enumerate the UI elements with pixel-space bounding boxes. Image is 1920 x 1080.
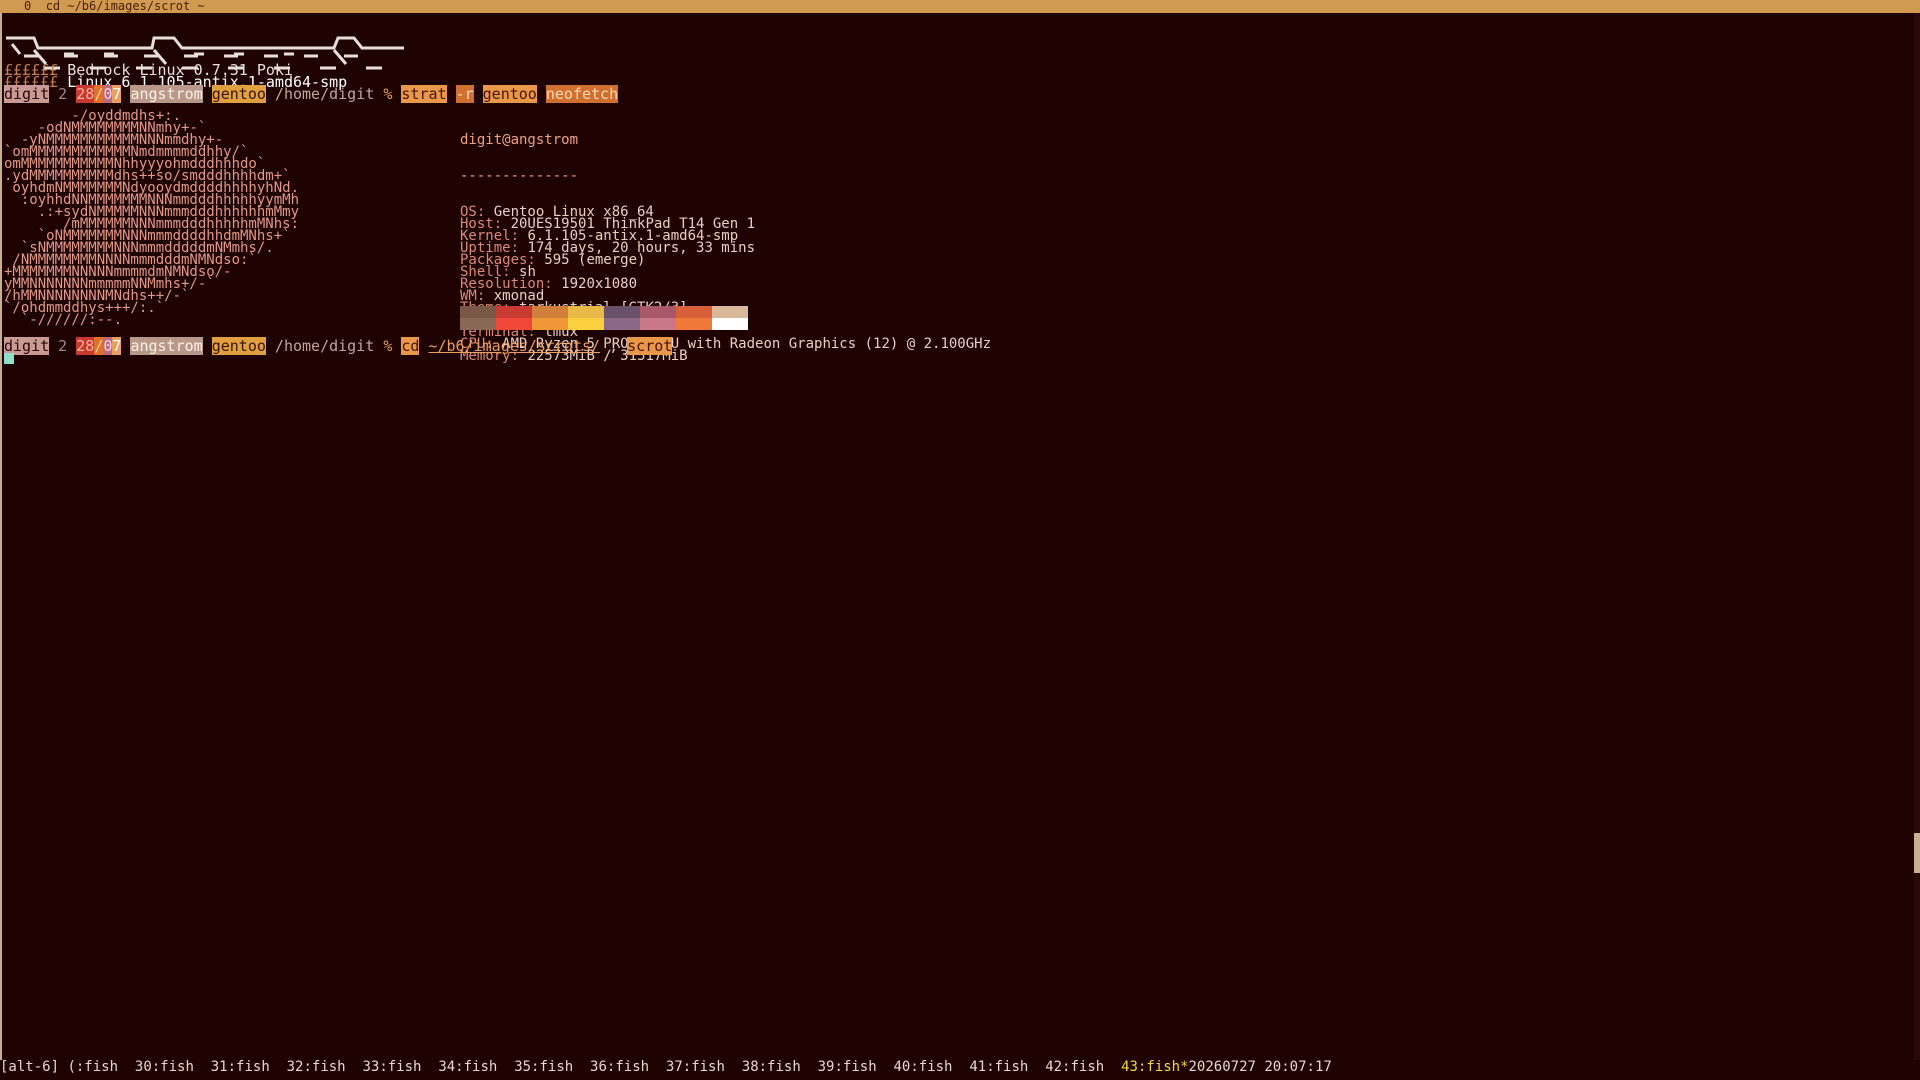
color-palette [460,306,748,330]
prompt-seg-4: 7 [112,337,122,355]
window-tab[interactable]: 35:fish [514,1059,590,1075]
prompt-line-1: digit 2 28/07 angstrom gentoo /home/digi… [4,85,619,103]
window-tab[interactable]: 33:fish [362,1059,438,1075]
window-tab[interactable]: 40:fish [893,1059,969,1075]
window-tab[interactable]: 31:fish [211,1059,287,1075]
window-tab[interactable]: (:fish [67,1059,134,1075]
window-tab[interactable]: 37:fish [666,1059,742,1075]
palette-swatch [676,318,712,330]
palette-swatch [460,318,496,330]
window-number: 0 [24,0,32,13]
prompt-seg-2: / [94,85,104,103]
prompt-user: digit [4,85,50,103]
palette-swatch [640,306,676,318]
window-list: (:fish 30:fish 31:fish 32:fish 33:fish 3… [67,1059,1121,1075]
neofetch-value: 1920x1080 [561,276,638,292]
prompt-seg-4: 7 [112,85,122,103]
palette-swatch [568,318,604,330]
status-date: 20260727 [1188,1059,1256,1075]
prompt-host: angstrom [130,85,203,103]
palette-swatch [496,318,532,330]
status-time: 20:07:17 [1264,1059,1332,1075]
palette-swatch [604,318,640,330]
terminal-cursor [4,353,14,364]
prompt-seg-2: / [94,337,104,355]
window-tab[interactable]: 38:fish [742,1059,818,1075]
prompt-path: /home/digit [265,337,384,355]
prompt-os: gentoo [211,85,266,103]
command-flag: -r [455,85,474,103]
palette-swatch [604,306,640,318]
prompt-seg-1: 28 [76,85,95,103]
palette-swatch [532,318,568,330]
command-arg-gentoo: gentoo [482,85,537,103]
neofetch-value: 595 (emerge) [544,252,646,268]
prompt-os: gentoo [211,337,266,355]
prompt-count: 2 [49,85,77,103]
palette-swatch [532,306,568,318]
window-tab[interactable]: 36:fish [590,1059,666,1075]
command-separator: ; [600,337,628,355]
window-tab[interactable]: 34:fish [438,1059,514,1075]
command-cd: cd [401,337,420,355]
prompt-symbol: % [383,85,402,103]
palette-swatch [676,306,712,318]
active-window[interactable]: 43:fish* [1121,1059,1188,1075]
prompt-line-2: digit 2 28/07 angstrom gentoo /home/digi… [4,337,673,355]
palette-swatch [712,306,748,318]
command-arg-neofetch: neofetch [545,85,619,103]
gentoo-ascii-logo: -/oyddmdhs+:. -odNMMMMMMMMNNmhy+-` -yNMM… [4,109,299,327]
palette-swatch [712,318,748,330]
window-tab[interactable]: 32:fish [287,1059,363,1075]
palette-swatch [496,306,532,318]
prompt-count: 2 [49,337,77,355]
window-tab[interactable]: 42:fish [1045,1059,1121,1075]
prompt-path: /home/digit [265,85,384,103]
scrollbar-thumb[interactable] [1914,833,1920,873]
scrollbar[interactable] [1914,13,1920,1060]
command-scrot: scrot [627,337,673,355]
palette-swatch [460,306,496,318]
terminal-pane[interactable]: ££££££ Bedrock Linux 0.7.31 Poki ££££££ … [2,14,1912,1058]
window-title: cd ~/b6/images/scrot ~ [45,0,205,13]
command-strat: strat [401,85,447,103]
window-tab[interactable]: 41:fish [969,1059,1045,1075]
window-tab[interactable]: 30:fish [135,1059,211,1075]
prompt-host: angstrom [130,337,203,355]
prompt-seg-1: 28 [76,337,95,355]
tmux-status-bar: [alt-6] (:fish 30:fish 31:fish 32:fish 3… [0,1060,1920,1080]
tmux-title-bar: 0 cd ~/b6/images/scrot ~ [0,0,1920,13]
session-label[interactable]: [alt-6] [0,1059,59,1075]
neofetch-title: digit@angstrom [460,132,579,148]
window-tab[interactable]: 39:fish [818,1059,894,1075]
command-arg-path: ~/b6/images/scrots/ [428,337,601,355]
neofetch-underline: -------------- [460,168,579,184]
palette-swatch [640,318,676,330]
prompt-symbol: % [383,337,402,355]
palette-swatch [568,306,604,318]
